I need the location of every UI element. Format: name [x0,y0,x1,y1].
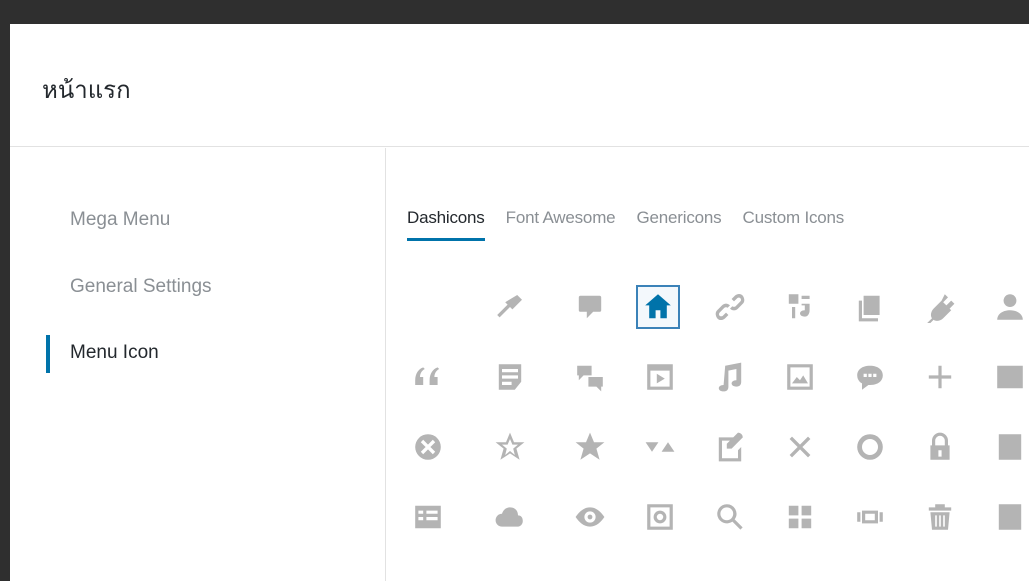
book-icon[interactable] [991,428,1029,466]
sidebar-item-mega-menu[interactable]: Mega Menu [46,202,346,238]
tab-dashicons[interactable]: Dashicons [407,208,485,241]
visibility-icon[interactable] [571,498,609,536]
admin-comments-icon[interactable] [571,288,609,326]
star-filled-icon[interactable] [571,428,609,466]
admin-home-icon[interactable] [636,285,680,329]
marker-icon[interactable] [851,428,889,466]
admin-links-icon[interactable] [711,288,749,326]
arrows-icon[interactable] [641,428,679,466]
tab-genericons[interactable]: Genericons [637,208,722,238]
edit-page-icon[interactable] [711,428,749,466]
format-chat-icon[interactable] [571,358,609,396]
search-icon[interactable] [711,498,749,536]
dismiss-icon[interactable] [409,428,447,466]
icon-set-tabs: Dashicons Font Awesome Genericons Custom… [407,208,860,241]
modal-header: หน้าแรก [10,24,1029,147]
menu-item-settings-modal: หน้าแรก Mega Menu General Settings Menu … [10,24,1029,581]
format-audio-icon[interactable] [711,358,749,396]
modal-title: หน้าแรก [42,76,131,104]
format-status-icon[interactable] [851,358,889,396]
admin-media-icon[interactable] [781,288,819,326]
admin-plugins-icon[interactable] [921,288,959,326]
tab-font-awesome[interactable]: Font Awesome [506,208,616,238]
list-icon[interactable] [991,358,1029,396]
trash-icon[interactable] [921,498,959,536]
format-aside-icon[interactable] [491,358,529,396]
admin-appearance-icon[interactable] [491,288,529,326]
settings-sidebar: Mega Menu General Settings Menu Icon [10,148,386,581]
plus-icon[interactable] [921,358,959,396]
format-image-icon[interactable] [781,358,819,396]
star-empty-icon[interactable] [491,428,529,466]
lock-icon[interactable] [921,428,959,466]
clipboard-icon[interactable] [991,498,1029,536]
no-alt-icon[interactable] [781,428,819,466]
list-view-icon[interactable] [409,498,447,536]
vault-icon[interactable] [641,498,679,536]
menu-icon-panel: Dashicons Font Awesome Genericons Custom… [387,148,1029,581]
format-video-icon[interactable] [641,358,679,396]
slides-icon[interactable] [851,498,889,536]
sidebar-item-menu-icon[interactable]: Menu Icon [46,335,346,373]
sidebar-item-general-settings[interactable]: General Settings [46,269,346,305]
quote-icon[interactable] [409,358,447,396]
dashboard-icon[interactable] [781,498,819,536]
admin-users-icon[interactable] [991,288,1029,326]
admin-page-icon[interactable] [851,288,889,326]
tab-custom-icons[interactable]: Custom Icons [743,208,845,238]
cloud-icon[interactable] [491,498,529,536]
